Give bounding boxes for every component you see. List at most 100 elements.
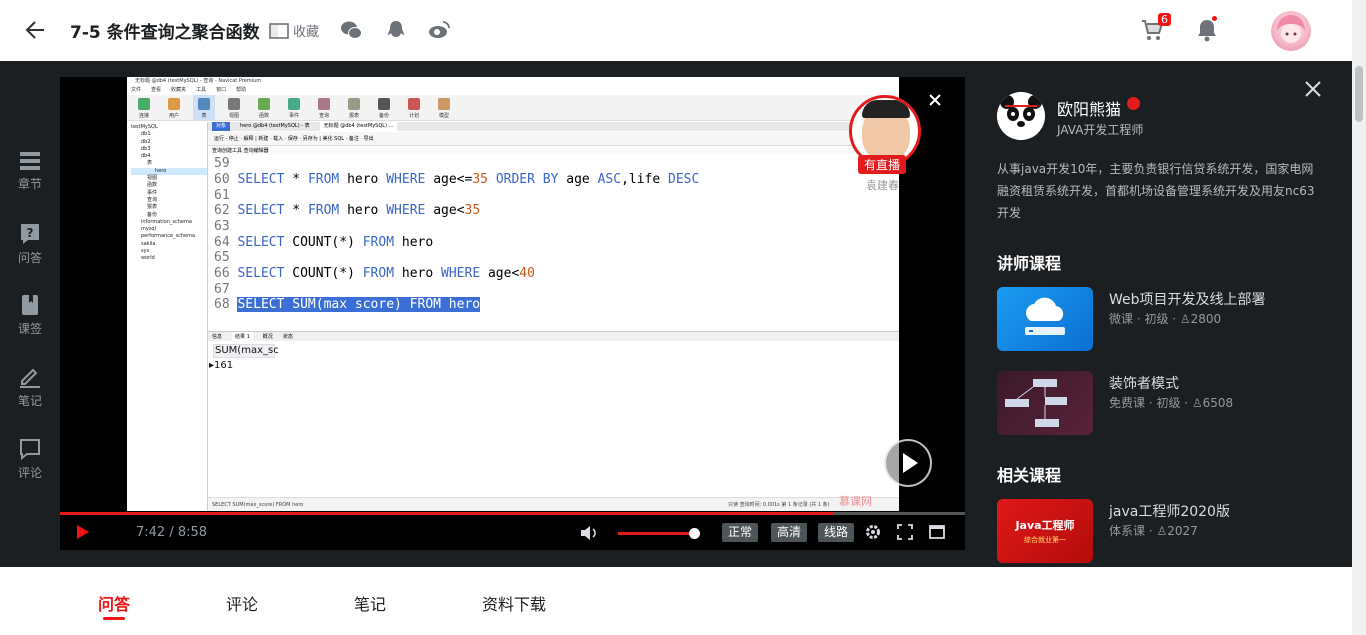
big-play-button[interactable]: [884, 439, 932, 487]
toolbar-item: 计划: [403, 95, 425, 120]
code-line: 65: [214, 250, 230, 265]
teacher-name[interactable]: 欧阳熊猫: [1057, 96, 1121, 120]
navicat-title: 无标题 @db4 (testMySQL) - 查询 - Navicat Prem…: [127, 77, 899, 86]
menu-item: 查看: [151, 87, 162, 93]
course-thumbnail: [997, 287, 1093, 351]
question-icon: ?: [21, 224, 39, 244]
wechat-icon[interactable]: [340, 20, 362, 40]
teacher-description: 从事java开发10年，主要负责银行信贷系统开发，国家电网融资租赁系统开发，首都…: [997, 162, 1315, 220]
quality-normal-button[interactable]: 正常: [722, 523, 759, 542]
code-line: 60 SELECT * FROM hero WHERE age<=35 ORDE…: [214, 172, 700, 187]
page-scrollbar[interactable]: [1352, 0, 1366, 635]
nav-qa[interactable]: ? 问答: [0, 223, 60, 266]
nav-chapter-label: 章节: [17, 177, 42, 191]
tab-qa[interactable]: 问答: [98, 591, 130, 615]
sql-editor: 59 60 SELECT * FROM hero WHERE age<=35 O…: [208, 156, 899, 406]
tab-comments[interactable]: 评论: [226, 591, 258, 615]
scrollbar-thumb[interactable]: [1355, 66, 1363, 122]
course-card[interactable]: 装饰者模式 免费课 · 初级 · ♙6508: [997, 371, 1337, 435]
route-button[interactable]: 线路: [818, 523, 855, 542]
volume-knob[interactable]: [689, 528, 700, 539]
code-line: 64 SELECT COUNT(*) FROM hero: [214, 235, 434, 250]
pip-icon[interactable]: [929, 524, 945, 540]
settings-gear-icon[interactable]: [865, 524, 881, 540]
navicat-status: SELECT SUM(max_score) FROM hero 只读 查询时间:…: [208, 497, 899, 511]
panel-close-icon[interactable]: [1304, 80, 1322, 98]
close-icon[interactable]: [927, 92, 943, 108]
tab-downloads[interactable]: 资料下载: [482, 591, 546, 615]
nav-chapter[interactable]: 章节: [0, 151, 60, 192]
player-controls: 7:42 / 8:58 正常 高清 线路: [60, 515, 965, 550]
toolbar-item: 报表: [343, 95, 365, 120]
teacher-courses-heading: 讲师课程: [997, 254, 1062, 273]
result-cell: ▸161: [209, 360, 234, 371]
related-courses-heading: 相关课程: [997, 466, 1062, 485]
volume-slider[interactable]: [618, 528, 700, 539]
toolbar-item: 用户: [163, 95, 185, 120]
code-text: SELECT * FROM hero WHERE age<35: [237, 203, 481, 218]
nav-comment[interactable]: 评论: [0, 438, 60, 481]
result-tabs: 信息 结果 1 概况 状态: [208, 331, 899, 341]
qq-icon[interactable]: [385, 20, 407, 40]
notification-bell-icon[interactable]: [1196, 18, 1218, 42]
course-meta: 体系课 · ♙2027: [1109, 524, 1198, 538]
teacher-role: JAVA开发工程师: [1057, 123, 1144, 137]
menu-item: 窗口: [216, 87, 227, 93]
chapter-icon: [20, 152, 40, 170]
toolbar-item: 视图: [223, 95, 245, 120]
live-badge[interactable]: 有直播: [858, 155, 907, 174]
avatar-image: [1277, 15, 1305, 43]
favorite-button[interactable]: 收藏: [269, 21, 319, 40]
course-card[interactable]: Web项目开发及线上部署 微课 · 初级 · ♙2800: [997, 287, 1337, 351]
teacher-avatar[interactable]: [997, 92, 1045, 140]
weibo-icon[interactable]: [428, 20, 450, 40]
video-player[interactable]: 无标题 @db4 (testMySQL) - 查询 - Navicat Prem…: [60, 77, 965, 550]
code-line: 62 SELECT * FROM hero WHERE age<35: [214, 203, 481, 218]
nav-notes[interactable]: 笔记: [0, 366, 60, 409]
bookmark-icon: [269, 22, 289, 39]
toolbar-item: 备份: [373, 95, 395, 120]
quality-hd-button[interactable]: 高清: [771, 523, 808, 542]
menu-item: 工具: [196, 87, 207, 93]
left-nav: 章节 ? 问答 课签 笔记 评论: [0, 61, 60, 567]
course-card[interactable]: Java工程师 综合就业第一 java工程师2020版 体系课 · ♙2027: [997, 499, 1337, 563]
active-tab-indicator: [103, 617, 125, 620]
result-column-header: SUM(max_sc: [213, 344, 279, 358]
edit-icon: [20, 368, 40, 388]
bookmark-icon: [22, 295, 38, 315]
code-line: 66 SELECT COUNT(*) FROM hero WHERE age<4…: [214, 266, 535, 281]
code-line-selected: 68 SELECT SUM(max score) FROM hero: [214, 297, 481, 312]
code-line: 61: [214, 188, 230, 203]
play-icon[interactable]: [76, 524, 90, 540]
nav-bookmark[interactable]: 课签: [0, 294, 60, 337]
cloud-icon: [1025, 297, 1065, 335]
svg-text:?: ?: [27, 226, 34, 240]
notification-dot: [1212, 16, 1217, 21]
toolbar-item: 事件: [283, 95, 305, 120]
course-title: Web项目开发及线上部署: [1109, 292, 1266, 308]
live-name: 袁建春: [866, 179, 899, 192]
nav-qa-label: 问答: [17, 251, 42, 265]
teacher-verified-icon: [1127, 97, 1140, 110]
course-thumbnail: Java工程师 综合就业第一: [997, 499, 1093, 563]
back-arrow-icon[interactable]: [24, 18, 46, 42]
navicat-screen: 无标题 @db4 (testMySQL) - 查询 - Navicat Prem…: [127, 77, 899, 511]
panda-avatar-image: [997, 92, 1045, 140]
watermark-logo: 慕课网: [839, 495, 872, 508]
page-title: 7-5 条件查询之聚合函数: [70, 23, 260, 43]
navicat-menu: 文件 查看 收藏夹 工具 窗口 帮助: [127, 86, 899, 94]
toolbar-item: 连接: [133, 95, 155, 120]
volume-fill: [618, 532, 694, 535]
user-avatar[interactable]: [1271, 11, 1311, 51]
diagram-icon: [1005, 379, 1067, 427]
navicat-toolbar: 连接 用户 表 视图 函数 事件 查询 报表 备份 计划 模型: [127, 95, 899, 121]
tab-notes[interactable]: 笔记: [354, 591, 386, 615]
nav-comment-label: 评论: [17, 466, 42, 480]
volume-icon[interactable]: [580, 525, 598, 541]
code-line: 63: [214, 219, 230, 234]
course-title: 装饰者模式: [1109, 376, 1179, 392]
navicat-subbar: 查询创建工具 查询编辑器: [208, 147, 899, 155]
fullscreen-icon[interactable]: [897, 524, 913, 540]
menu-item: 文件: [131, 87, 142, 93]
course-meta: 免费课 · 初级 · ♙6508: [1109, 396, 1234, 410]
